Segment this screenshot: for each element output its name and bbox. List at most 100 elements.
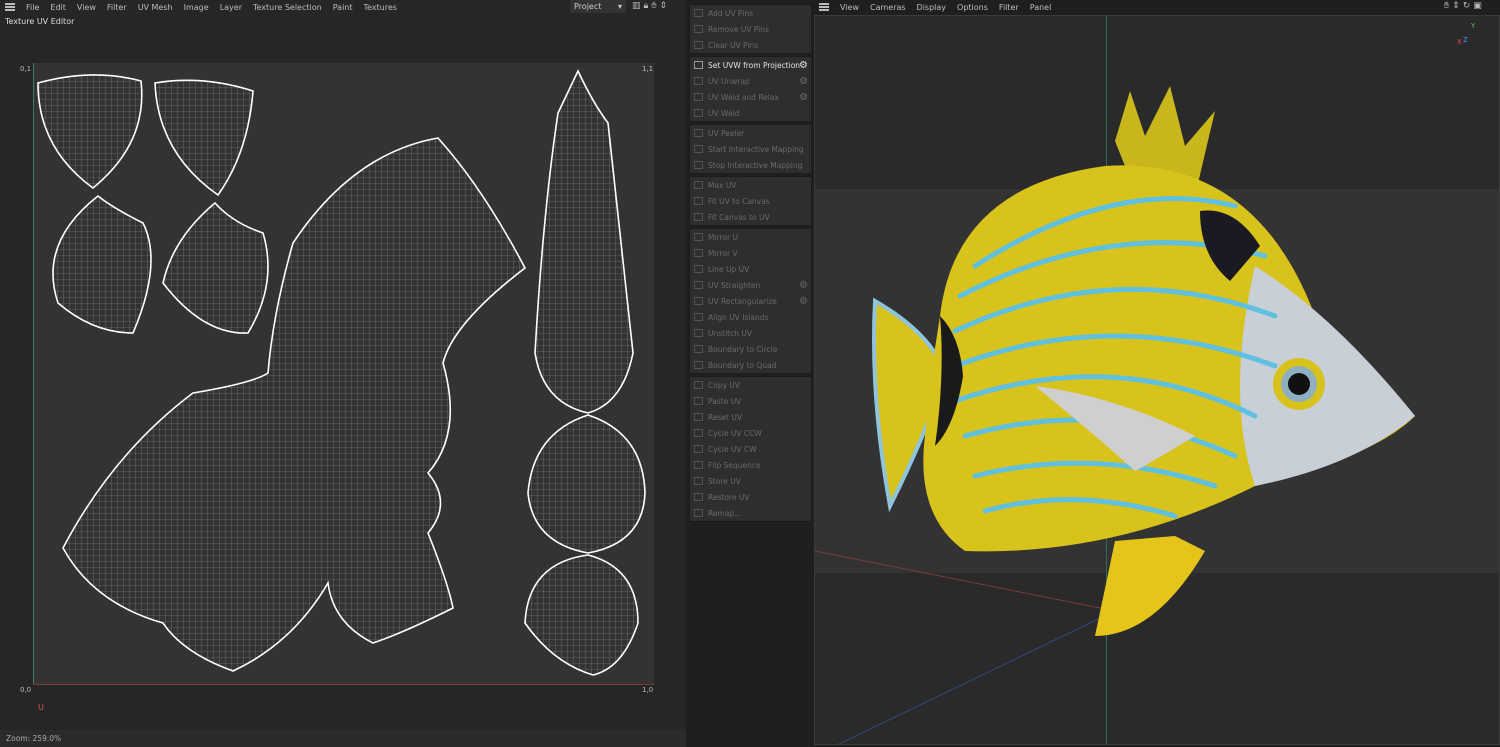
tool-fit-canvas-to-uv[interactable]: Fit Canvas to UV (690, 209, 811, 225)
uv-tools-palette: Add UV Pins Remove UV Pins Clear UV Pins Se… (689, 4, 812, 524)
corner-label-bottom-right: 1,0 (642, 686, 654, 694)
tool-icon (694, 381, 703, 389)
tool-max-uv[interactable]: Max UV (690, 177, 811, 193)
tool-label: Cycle UV CCW (708, 428, 762, 438)
tool-icon (694, 477, 703, 485)
tool-uv-peeler[interactable]: UV Peeler (690, 125, 811, 141)
menu-item[interactable]: Layer (220, 3, 242, 12)
menu-item[interactable]: Edit (50, 3, 66, 12)
tool-label: Clear UV Pins (708, 40, 759, 50)
tool-boundary-to-circle[interactable]: Boundary to Circle (690, 341, 811, 357)
menu-item[interactable]: Texture Selection (253, 3, 322, 12)
v-axis-line (33, 63, 34, 684)
menu-item[interactable]: Panel (1030, 3, 1052, 12)
tool-label: Add UV Pins (708, 8, 754, 18)
gear-icon[interactable]: ⚙ (799, 76, 808, 87)
tool-icon (694, 361, 703, 369)
tool-label: Line Up UV (708, 264, 750, 274)
tool-icon (694, 61, 703, 69)
tool-label: UV Unwrap (708, 76, 750, 86)
gear-icon[interactable]: ⚙ (799, 280, 808, 291)
tool-uv-weld[interactable]: UV Weld (690, 105, 811, 121)
tool-label: Store UV (708, 476, 741, 486)
tool-mirror-u[interactable]: Mirror U (690, 229, 811, 245)
tool-icon (694, 509, 703, 517)
tool-start-interactive-mapping[interactable]: Start Interactive Mapping (690, 141, 811, 157)
tool-icon (694, 281, 703, 289)
hamburger-menu-icon[interactable] (5, 3, 15, 11)
tool-fit-uv-to-canvas[interactable]: Fit UV to Canvas (690, 193, 811, 209)
tool-uv-rectangularize[interactable]: UV Rectangularize ⚙ (690, 293, 811, 309)
gear-icon[interactable]: ⚙ (799, 60, 808, 71)
tool-uv-weld-and-relax[interactable]: UV Weld and Relax ⚙ (690, 89, 811, 105)
tool-cycle-uv-ccw[interactable]: Cycle UV CCW (690, 425, 811, 441)
menu-item[interactable]: Textures (364, 3, 397, 12)
move-icon[interactable]: ⇕ (659, 1, 670, 11)
tool-label: Max UV (708, 180, 737, 190)
tool-line-up-uv[interactable]: Line Up UV (690, 261, 811, 277)
menu-item[interactable]: Paint (333, 3, 353, 12)
tool-store-uv[interactable]: Store UV (690, 473, 811, 489)
menu-item[interactable]: Options (957, 3, 988, 12)
tool-boundary-to-quad[interactable]: Boundary to Quad (690, 357, 811, 373)
maximize-icon[interactable]: ▣ (1473, 1, 1485, 11)
menu-item[interactable]: Filter (999, 3, 1019, 12)
tool-copy-uv[interactable]: Copy UV (690, 377, 811, 393)
tool-icon (694, 345, 703, 353)
tool-icon (694, 233, 703, 241)
tool-label: Boundary to Circle (708, 344, 778, 354)
tool-icon (694, 213, 703, 221)
tool-mirror-v[interactable]: Mirror V (690, 245, 811, 261)
tool-set-uvw-from-projection[interactable]: Set UVW from Projection ⚙ (690, 57, 811, 73)
menu-item[interactable]: UV Mesh (138, 3, 173, 12)
tool-cycle-uv-cw[interactable]: Cycle UV CW (690, 441, 811, 457)
hamburger-menu-icon[interactable] (819, 3, 829, 11)
menu-item[interactable]: View (77, 3, 96, 12)
menu-item[interactable]: View (840, 3, 859, 12)
tool-label: UV Peeler (708, 128, 745, 138)
gear-icon[interactable]: ⚙ (799, 296, 808, 307)
hand-pan-icon[interactable]: ✋︎ (1444, 1, 1452, 11)
uv-canvas[interactable] (33, 63, 654, 684)
tool-icon (694, 77, 703, 85)
tool-clear-uv-pins[interactable]: Clear UV Pins (690, 37, 811, 53)
tool-add-uv-pins[interactable]: Add UV Pins (690, 5, 811, 21)
tool-label: Mirror V (708, 248, 738, 258)
tool-reset-uv[interactable]: Reset UV (690, 409, 811, 425)
menu-item[interactable]: File (26, 3, 39, 12)
project-select[interactable]: Project ▾ (570, 0, 626, 13)
tool-uv-unwrap[interactable]: UV Unwrap ⚙ (690, 73, 811, 89)
tool-stop-interactive-mapping[interactable]: Stop Interactive Mapping (690, 157, 811, 173)
tool-label: UV Weld and Relax (708, 92, 779, 102)
menu-item[interactable]: Image (184, 3, 209, 12)
tool-uv-straighten[interactable]: UV Straighten ⚙ (690, 277, 811, 293)
menu-item[interactable]: Display (917, 3, 947, 12)
tool-label: Align UV Islands (708, 312, 769, 322)
tool-remove-uv-pins[interactable]: Remove UV Pins (690, 21, 811, 37)
tool-align-uv-islands[interactable]: Align UV Islands (690, 309, 811, 325)
tool-unstitch-uv[interactable]: Unstitch UV (690, 325, 811, 341)
histogram-icon[interactable]: ▥ (632, 1, 644, 11)
menu-item[interactable]: Filter (107, 3, 127, 12)
rotate-icon[interactable]: ↻ (1463, 1, 1474, 11)
gear-icon[interactable]: ⚙ (799, 92, 808, 103)
tool-icon (694, 313, 703, 321)
tool-label: Reset UV (708, 412, 742, 422)
3d-viewport[interactable]: Y Z X (814, 15, 1500, 745)
tool-label: Remove UV Pins (708, 24, 769, 34)
tool-icon (694, 9, 703, 17)
tool-remap[interactable]: Remap... (690, 505, 811, 521)
move-icon[interactable]: ⇕ (1452, 1, 1463, 11)
tool-flip-sequence[interactable]: Flip Sequence (690, 457, 811, 473)
tool-label: Set UVW from Projection (708, 60, 801, 70)
tool-group: Mirror U Mirror V Line Up UV UV Straighten ⚙… (689, 228, 812, 374)
tool-label: UV Weld (708, 108, 740, 118)
menu-item[interactable]: Cameras (870, 3, 906, 12)
viewport-menubar: View Cameras Display Options Filter Panel (814, 0, 1051, 14)
uv-island (534, 69, 634, 414)
uv-island (162, 201, 269, 334)
tool-restore-uv[interactable]: Restore UV (690, 489, 811, 505)
tool-label: Flip Sequence (708, 460, 761, 470)
tool-group: Set UVW from Projection ⚙ UV Unwrap ⚙ UV Wel… (689, 56, 812, 122)
tool-paste-uv[interactable]: Paste UV (690, 393, 811, 409)
